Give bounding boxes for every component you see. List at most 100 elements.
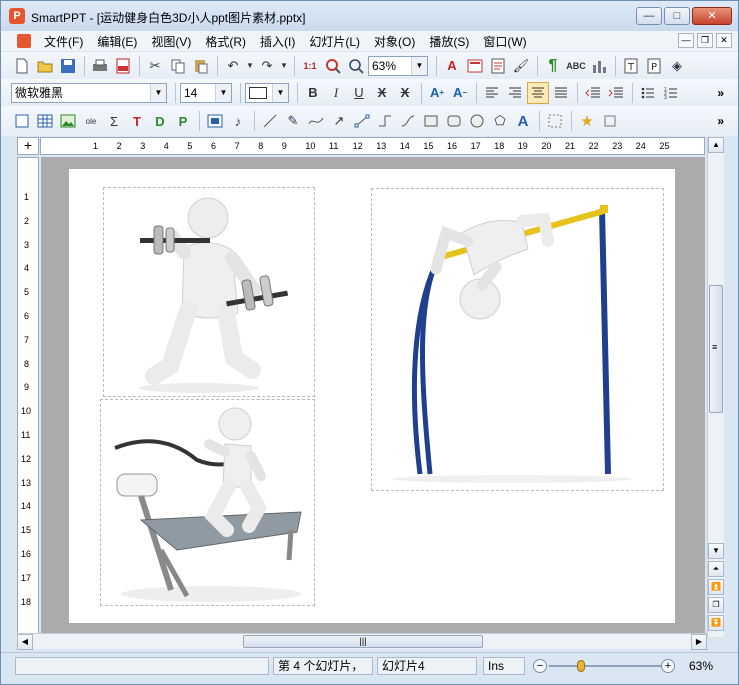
slide-layout-icon[interactable] (464, 55, 486, 77)
paragraph-mark-icon[interactable]: ¶ (542, 55, 564, 77)
date-frame-icon[interactable]: D (149, 110, 171, 132)
menu-view[interactable]: 视图(V) (144, 33, 198, 50)
menu-edit[interactable]: 编辑(E) (90, 33, 144, 50)
bold-icon[interactable]: B (302, 82, 324, 104)
curved-connector-icon[interactable] (397, 110, 419, 132)
open-folder-icon[interactable] (34, 55, 56, 77)
more-toolbar-button[interactable]: » (717, 86, 724, 100)
new-file-icon[interactable] (11, 55, 33, 77)
text-frame-icon[interactable]: T (126, 110, 148, 132)
doc-minimize-button[interactable]: — (678, 33, 694, 48)
shapes-icon[interactable]: ⬠ (489, 110, 511, 132)
vertical-scrollbar[interactable]: ▲ ≡ ▼ ⏶ ⏫ ❐ ⏬ (707, 137, 724, 637)
page-number-icon[interactable]: P (172, 110, 194, 132)
slide[interactable] (69, 169, 675, 623)
chart-icon[interactable] (588, 55, 610, 77)
copy-slide-button[interactable]: ❐ (708, 597, 724, 613)
strikethrough-icon[interactable]: X (371, 82, 393, 104)
cut-icon[interactable]: ✂ (144, 55, 166, 77)
image-placeholder[interactable] (103, 187, 315, 397)
first-slide-button[interactable]: ⏶ (708, 561, 724, 577)
increase-indent-icon[interactable] (605, 82, 627, 104)
doc-close-button[interactable]: ✕ (716, 33, 732, 48)
crop-icon[interactable] (599, 110, 621, 132)
align-center-icon[interactable] (527, 81, 549, 104)
redo-icon[interactable]: ↷ (256, 55, 278, 77)
align-left-icon[interactable] (481, 82, 503, 104)
menu-object[interactable]: 对象(O) (367, 33, 422, 50)
double-strike-icon[interactable]: X (394, 82, 416, 104)
image-placeholder[interactable] (100, 399, 315, 606)
ellipse-icon[interactable] (466, 110, 488, 132)
scroll-down-button[interactable]: ▼ (708, 543, 724, 559)
vertical-scroll-thumb[interactable]: ≡ (709, 285, 723, 413)
zoom-slider-track[interactable] (549, 665, 661, 667)
line-icon[interactable] (259, 110, 281, 132)
zoom-out-button[interactable]: − (533, 659, 547, 673)
scroll-right-button[interactable]: ▶ (691, 634, 707, 650)
outline-icon[interactable] (487, 55, 509, 77)
connector-icon[interactable] (351, 110, 373, 132)
next-slide-button[interactable]: ⏬ (708, 615, 724, 631)
font-name-select[interactable]: 微软雅黑 ▼ (11, 82, 167, 103)
vertical-ruler[interactable]: 1 2 3 4 5 6 7 8 9 10 11 12 13 14 15 16 17 18 (17, 157, 39, 637)
copy-icon[interactable] (167, 55, 189, 77)
menu-file[interactable]: 文件(F) (37, 33, 90, 50)
horizontal-scrollbar[interactable]: ◀ ||| ▶ (17, 633, 707, 650)
font-size-select[interactable]: 14 ▼ (180, 82, 232, 103)
zoom-select[interactable]: 63% ▼ (368, 55, 428, 76)
maximize-button[interactable]: □ (664, 7, 690, 25)
rounded-rectangle-icon[interactable] (443, 110, 465, 132)
arrow-icon[interactable]: ↗ (328, 110, 350, 132)
table-icon[interactable] (34, 110, 56, 132)
elbow-connector-icon[interactable] (374, 110, 396, 132)
sound-icon[interactable]: ♪ (227, 110, 249, 132)
minimize-button[interactable]: — (636, 7, 662, 25)
rectangle-icon[interactable] (420, 110, 442, 132)
more-drawing-button[interactable]: » (717, 114, 724, 128)
scroll-up-button[interactable]: ▲ (708, 137, 724, 153)
font-color-select[interactable]: ▼ (245, 82, 289, 103)
menu-format[interactable]: 格式(R) (198, 33, 253, 50)
bullet-list-icon[interactable] (637, 82, 659, 104)
menu-window[interactable]: 窗口(W) (476, 33, 533, 50)
font-grow-icon[interactable]: A + (426, 82, 448, 104)
undo-icon[interactable]: ↶ (222, 55, 244, 77)
zoom-icon[interactable] (345, 55, 367, 77)
save-icon[interactable] (57, 55, 79, 77)
menu-insert[interactable]: 插入(I) (253, 33, 302, 50)
presentation-icon[interactable]: P (643, 55, 665, 77)
horizontal-ruler[interactable]: 1 2 3 4 5 6 7 8 9 10 11 12 13 14 15 16 17 18 19 20 21 22 23 24 2… (40, 137, 705, 155)
font-shrink-icon[interactable]: A − (449, 82, 471, 104)
curve-icon[interactable] (305, 110, 327, 132)
spell-check-icon[interactable]: ABC (565, 55, 587, 77)
select-frame-icon[interactable] (11, 110, 33, 132)
doc-restore-button[interactable]: ❐ (697, 33, 713, 48)
horizontal-scroll-thumb[interactable]: ||| (243, 635, 483, 648)
picture-icon[interactable] (57, 110, 79, 132)
text-style-icon[interactable]: A (441, 55, 463, 77)
menu-play[interactable]: 播放(S) (422, 33, 476, 50)
redo-dropdown-icon[interactable]: ▼ (279, 55, 289, 77)
align-right-icon[interactable] (504, 82, 526, 104)
underline-icon[interactable]: U (348, 82, 370, 104)
italic-icon[interactable]: I (325, 82, 347, 104)
pen-icon[interactable]: ✎ (282, 110, 304, 132)
star-icon[interactable]: ★ (576, 110, 598, 132)
zoom-fit-icon[interactable] (322, 55, 344, 77)
format-painter-icon[interactable]: 🖌 (510, 55, 532, 77)
image-placeholder[interactable] (371, 188, 664, 491)
ole-object-icon[interactable]: ole (80, 110, 102, 132)
numbered-list-icon[interactable]: 123 (660, 82, 682, 104)
formula-icon[interactable]: Σ (103, 110, 125, 132)
scroll-left-button[interactable]: ◀ (17, 634, 33, 650)
print-icon[interactable] (89, 55, 111, 77)
package-icon[interactable]: ◈ (666, 55, 688, 77)
template-icon[interactable]: T (620, 55, 642, 77)
group-icon[interactable] (544, 110, 566, 132)
actual-size-icon[interactable]: 1:1 (299, 55, 321, 77)
zoom-slider-knob[interactable] (577, 660, 585, 672)
menu-slide[interactable]: 幻灯片(L) (302, 33, 367, 50)
close-button[interactable]: ✕ (692, 7, 732, 25)
undo-dropdown-icon[interactable]: ▼ (245, 55, 255, 77)
